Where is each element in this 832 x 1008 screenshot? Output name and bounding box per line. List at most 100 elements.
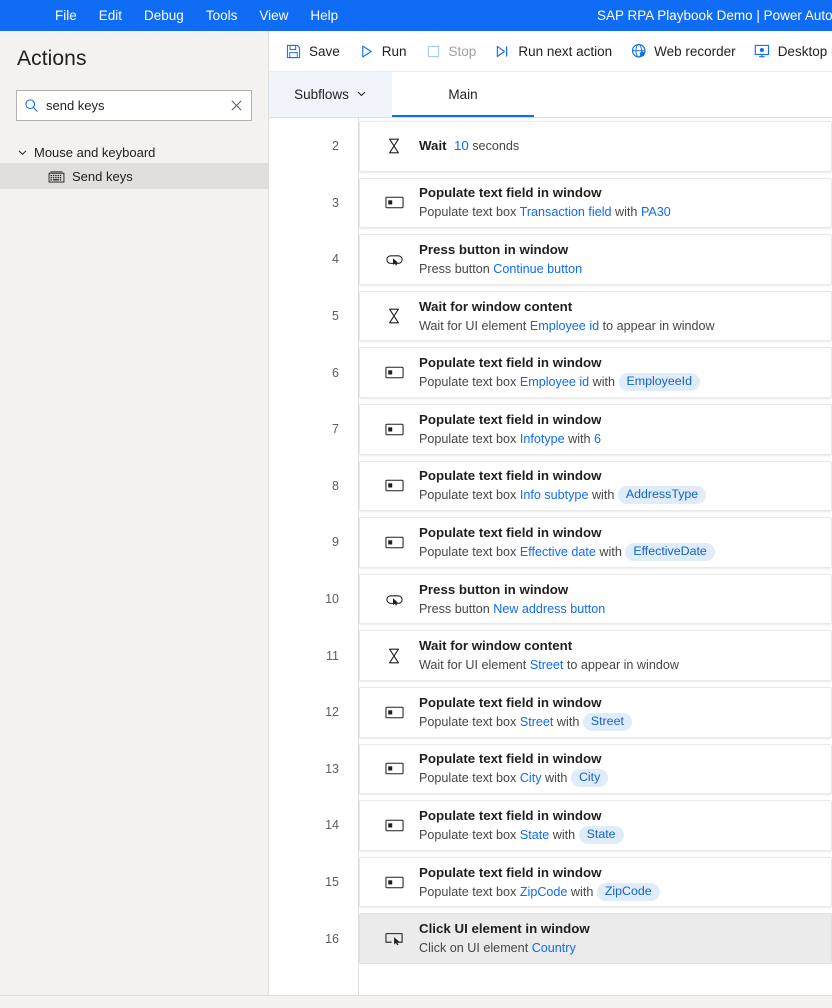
action-target-link[interactable]: New address button: [493, 602, 605, 616]
row-spacer: [348, 627, 359, 684]
action-target-link[interactable]: Infotype: [520, 432, 565, 446]
window-title: SAP RPA Playbook Demo | Power Automate D: [597, 0, 832, 31]
action-row[interactable]: 15Populate text field in windowPopulate …: [269, 854, 832, 911]
action-subtitle: Press button New address button: [419, 600, 605, 618]
action-target-link[interactable]: Effective date: [520, 545, 596, 559]
action-subtitle: Populate text box Effective date with Ef…: [419, 543, 715, 561]
action-row[interactable]: 5Wait for window contentWait for UI elem…: [269, 288, 832, 345]
action-target-link[interactable]: Country: [532, 941, 576, 955]
action-inline-value: 10: [447, 138, 469, 153]
action-card[interactable]: Wait 10 seconds: [359, 121, 832, 172]
action-target-link[interactable]: Employee id: [520, 375, 589, 389]
action-card[interactable]: Populate text field in windowPopulate te…: [359, 347, 832, 398]
action-card[interactable]: Populate text field in windowPopulate te…: [359, 517, 832, 568]
variable-chip[interactable]: State: [579, 826, 624, 844]
action-value[interactable]: PA30: [641, 205, 671, 219]
textbox-icon: [385, 705, 413, 720]
action-card[interactable]: Populate text field in windowPopulate te…: [359, 744, 832, 795]
action-target-link[interactable]: Continue button: [493, 262, 582, 276]
action-row-number: 11: [269, 627, 348, 684]
menu-item-edit[interactable]: Edit: [88, 4, 133, 27]
run-button[interactable]: Run: [349, 35, 416, 67]
action-card[interactable]: Populate text field in windowPopulate te…: [359, 800, 832, 851]
menu-item-tools[interactable]: Tools: [195, 4, 249, 27]
action-row[interactable]: 8Populate text field in windowPopulate t…: [269, 458, 832, 515]
action-row[interactable]: 13Populate text field in windowPopulate …: [269, 741, 832, 798]
action-card[interactable]: Wait for window contentWait for UI eleme…: [359, 630, 832, 681]
row-spacer: [348, 288, 359, 345]
action-row[interactable]: 10Press button in windowPress button New…: [269, 571, 832, 628]
action-card-text: Populate text field in windowPopulate te…: [413, 524, 715, 561]
action-row[interactable]: 7Populate text field in windowPopulate t…: [269, 401, 832, 458]
variable-chip[interactable]: EmployeeId: [619, 373, 700, 391]
search-input[interactable]: [46, 98, 222, 113]
action-row-number: 3: [269, 175, 348, 232]
action-row[interactable]: 6Populate text field in windowPopulate t…: [269, 344, 832, 401]
action-subtitle: Populate text box Info subtype with Addr…: [419, 486, 706, 504]
action-card-text: Populate text field in windowPopulate te…: [413, 411, 601, 448]
action-target-link[interactable]: Info subtype: [520, 488, 589, 502]
close-icon[interactable]: [222, 99, 251, 112]
action-card[interactable]: Populate text field in windowPopulate te…: [359, 404, 832, 455]
action-target-link[interactable]: Street: [520, 715, 554, 729]
textbox-icon: [385, 365, 413, 380]
action-target-link[interactable]: City: [520, 771, 542, 785]
action-row[interactable]: 9Populate text field in windowPopulate t…: [269, 514, 832, 571]
action-title: Click UI element in window: [419, 920, 590, 938]
action-row[interactable]: 2Wait 10 seconds: [269, 118, 832, 175]
action-row[interactable]: 14Populate text field in windowPopulate …: [269, 797, 832, 854]
row-spacer: [348, 571, 359, 628]
action-card[interactable]: Populate text field in windowPopulate te…: [359, 178, 832, 229]
action-row[interactable]: 16Click UI element in windowClick on UI …: [269, 910, 832, 967]
action-target-link[interactable]: Employee id: [530, 319, 599, 333]
action-subtitle: Populate text box Employee id with Emplo…: [419, 373, 700, 391]
variable-chip[interactable]: ZipCode: [597, 883, 660, 901]
tab-main[interactable]: Main: [392, 72, 534, 117]
action-card[interactable]: Press button in windowPress button New a…: [359, 574, 832, 625]
variable-chip[interactable]: City: [571, 769, 608, 787]
action-target-link[interactable]: ZipCode: [520, 885, 568, 899]
hourglass-icon: [385, 307, 413, 325]
action-subtitle: Click on UI element Country: [419, 939, 590, 957]
action-row-number: 10: [269, 571, 348, 628]
action-card[interactable]: Populate text field in windowPopulate te…: [359, 687, 832, 738]
variable-chip[interactable]: AddressType: [618, 486, 706, 504]
action-row[interactable]: 3Populate text field in windowPopulate t…: [269, 175, 832, 232]
action-row[interactable]: 4Press button in windowPress button Cont…: [269, 231, 832, 288]
stop-icon: [425, 44, 442, 59]
run-button-label: Run: [382, 44, 407, 59]
action-row[interactable]: 12Populate text field in windowPopulate …: [269, 684, 832, 741]
action-card[interactable]: Populate text field in windowPopulate te…: [359, 857, 832, 908]
click-element-icon: [385, 931, 413, 946]
action-card[interactable]: Populate text field in windowPopulate te…: [359, 461, 832, 512]
menu-item-debug[interactable]: Debug: [133, 4, 195, 27]
textbox-icon: [385, 478, 413, 493]
action-target-link[interactable]: Street: [530, 658, 564, 672]
save-button-label: Save: [309, 44, 340, 59]
action-value[interactable]: 6: [594, 432, 601, 446]
action-row-number: 5: [269, 288, 348, 345]
page-title: Actions: [0, 31, 268, 71]
menu-item-help[interactable]: Help: [299, 4, 349, 27]
action-target-link[interactable]: Transaction field: [520, 205, 612, 219]
search-box[interactable]: [16, 90, 252, 121]
tree-group-mouse-and-keyboard[interactable]: Mouse and keyboard: [0, 141, 268, 163]
variable-chip[interactable]: Street: [583, 713, 632, 731]
save-button[interactable]: Save: [276, 35, 349, 67]
menu-item-file[interactable]: File: [44, 4, 88, 27]
sidebar-item-send-keys[interactable]: Send keys: [0, 163, 268, 189]
action-row[interactable]: 11Wait for window contentWait for UI ele…: [269, 627, 832, 684]
action-card[interactable]: Wait for window contentWait for UI eleme…: [359, 291, 832, 342]
tab-subflows[interactable]: Subflows: [269, 72, 392, 117]
variable-chip[interactable]: EffectiveDate: [625, 543, 714, 561]
action-target-link[interactable]: State: [520, 828, 549, 842]
run-next-action-button[interactable]: Run next action: [485, 35, 621, 67]
textbox-icon: [385, 195, 413, 210]
row-spacer: [348, 458, 359, 515]
action-subtitle: Populate text box ZipCode with ZipCode: [419, 883, 660, 901]
action-card[interactable]: Press button in windowPress button Conti…: [359, 234, 832, 285]
desktop-recorder-button[interactable]: Desktop recorder: [745, 35, 832, 67]
web-recorder-button[interactable]: Web recorder: [621, 35, 745, 67]
action-card[interactable]: Click UI element in windowClick on UI el…: [359, 913, 832, 964]
menu-item-view[interactable]: View: [248, 4, 299, 27]
